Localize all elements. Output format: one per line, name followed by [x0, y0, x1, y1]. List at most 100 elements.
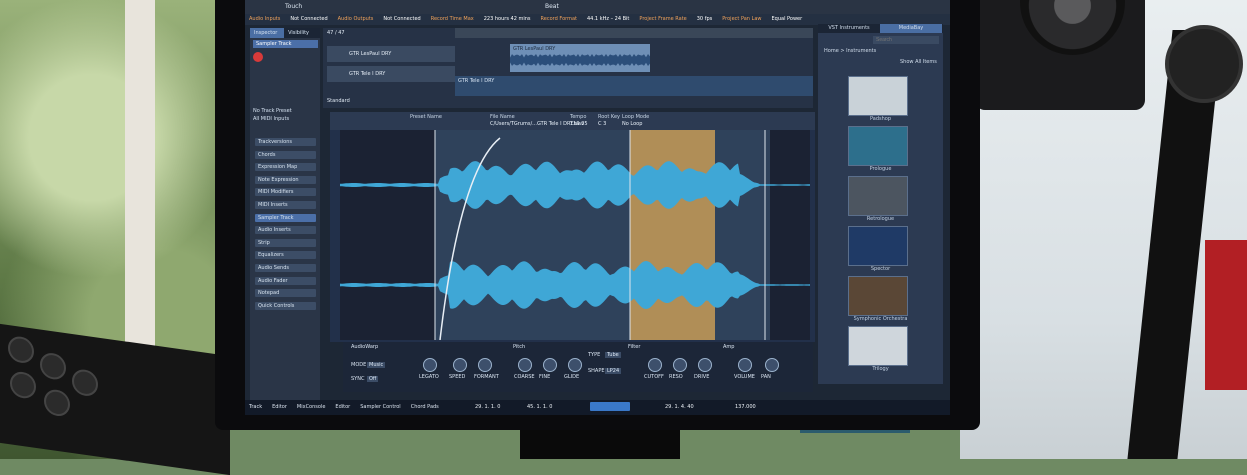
- controller-knob: [44, 388, 70, 418]
- inspector-section[interactable]: MIDI Inserts: [255, 201, 316, 209]
- plugin-name: Spector: [870, 266, 891, 272]
- root-key-label: Root Key: [598, 114, 620, 120]
- control-knob[interactable]: [423, 358, 437, 372]
- control-knob[interactable]: [518, 358, 532, 372]
- control-knob[interactable]: [698, 358, 712, 372]
- transport-tempo[interactable]: 137.000: [735, 404, 756, 410]
- knob-label: GLIDE: [564, 374, 580, 380]
- track-row[interactable]: GTR Tele I DRY: [327, 66, 455, 82]
- track-row[interactable]: GTR LesPaul DRY: [327, 46, 455, 62]
- plugin-thumbnail[interactable]: [848, 326, 908, 366]
- track-standard-label: Standard: [327, 98, 350, 104]
- knob-label: PAN: [761, 374, 771, 380]
- sync-label: SYNC: [351, 376, 365, 382]
- control-knob[interactable]: [673, 358, 687, 372]
- file-name-label: File Name: [490, 114, 515, 120]
- track-preset[interactable]: No Track Preset: [253, 108, 292, 114]
- controller-knob: [10, 370, 36, 400]
- inspector-section[interactable]: Audio Inserts: [255, 226, 316, 235]
- audio-clip[interactable]: GTR LesPaul DRY: [510, 44, 650, 72]
- mediabay-breadcrumb[interactable]: Home > Instruments: [824, 48, 876, 54]
- stand-clamp: [1165, 25, 1243, 103]
- filter-type-select[interactable]: Tube: [605, 352, 621, 358]
- plugin-name: Symphonic Orchestra: [853, 316, 908, 322]
- lower-zone-tab[interactable]: Sampler Control: [360, 404, 400, 410]
- control-knob[interactable]: [648, 358, 662, 372]
- waveform: [340, 130, 810, 340]
- knob-label: CUTOFF: [644, 374, 664, 380]
- info-bar-item: Not Connected: [290, 16, 328, 22]
- sampler-editor-header: Preset Name File Name C/Users/TGrums/...…: [330, 112, 815, 130]
- transport-position-right[interactable]: 45. 1. 1. 0: [527, 404, 552, 410]
- plugin-thumbnail[interactable]: [848, 126, 908, 166]
- knob-label: SPEED: [449, 374, 466, 380]
- inspector-section[interactable]: Equalizers: [255, 251, 316, 260]
- inspector-section[interactable]: Strip: [255, 238, 316, 247]
- transport-position-left[interactable]: 29. 1. 1. 0: [475, 404, 500, 410]
- inspector-section[interactable]: Audio Fader: [255, 276, 316, 285]
- inspector-section[interactable]: Sampler Track: [255, 213, 316, 222]
- control-knob[interactable]: [478, 358, 492, 372]
- lower-zone-tab[interactable]: Editor: [335, 404, 350, 410]
- info-bar-item: Not Connected: [383, 16, 421, 22]
- control-knob[interactable]: [765, 358, 779, 372]
- knob-label: VOLUME: [734, 374, 755, 380]
- lower-zone-tab[interactable]: MixConsole: [297, 404, 326, 410]
- audiowarp-title: AudioWarp: [351, 344, 379, 350]
- audio-clip[interactable]: GTR Tele I DRY: [455, 76, 813, 96]
- lower-zone-tab[interactable]: Track: [249, 404, 262, 410]
- mode-select[interactable]: Music: [367, 362, 386, 368]
- info-bar-item: 30 fps: [696, 16, 713, 22]
- control-knob[interactable]: [543, 358, 557, 372]
- lower-zone-tab[interactable]: Chord Pads: [411, 404, 439, 410]
- show-all-items[interactable]: Show All Items: [900, 59, 937, 65]
- control-knob[interactable]: [568, 358, 582, 372]
- mediabay-search-input[interactable]: [873, 36, 939, 44]
- inspector-section[interactable]: Trackversions: [255, 138, 316, 146]
- record-enable-icon[interactable]: [253, 52, 263, 62]
- tab-visibility[interactable]: Visibility: [284, 28, 320, 38]
- plugin-thumbnail[interactable]: [848, 276, 908, 316]
- control-knob[interactable]: [738, 358, 752, 372]
- plugin-thumbnail[interactable]: [848, 176, 908, 216]
- plugin-thumbnail[interactable]: [848, 226, 908, 266]
- plugin-name: Padshop: [869, 116, 892, 122]
- filter-shape-select[interactable]: LP24: [605, 368, 622, 374]
- info-bar-item: Project Frame Rate: [639, 16, 687, 22]
- inspector-section[interactable]: Audio Sends: [255, 264, 316, 272]
- inspector-section[interactable]: Expression Map: [255, 163, 316, 172]
- monitor-power-light: [800, 430, 910, 433]
- loop-mode-value[interactable]: No Loop: [622, 121, 642, 127]
- tempo-value[interactable]: 119.35: [570, 121, 588, 127]
- info-bar-item: 44.1 kHz – 24 Bit: [586, 16, 630, 22]
- transport-position-main[interactable]: 29. 1. 4. 40: [665, 404, 694, 410]
- tab-inspector[interactable]: Inspector: [250, 28, 285, 38]
- arrange-ruler[interactable]: [455, 28, 813, 38]
- inspector-section[interactable]: MIDI Modifiers: [255, 188, 316, 197]
- plugin-thumbnail[interactable]: [848, 76, 908, 116]
- beat-label[interactable]: Beat: [545, 3, 559, 10]
- plugin-name: Retrologue: [866, 216, 895, 222]
- play-button[interactable]: [590, 402, 630, 411]
- inspector-section[interactable]: Notepad: [255, 289, 316, 298]
- controller-knob: [8, 334, 34, 365]
- info-bar-item: Audio Outputs: [337, 16, 374, 22]
- track-name[interactable]: Sampler Track: [253, 40, 318, 48]
- inspector-section[interactable]: Chords: [255, 150, 316, 159]
- info-bar-item: Equal Power: [771, 16, 803, 22]
- tab-vst-instruments[interactable]: VST Instruments: [818, 24, 880, 33]
- vst-instruments-panel: VST Instruments MediaBay Home > Instrume…: [818, 24, 943, 384]
- preset-name-label: Preset Name: [410, 114, 442, 120]
- midi-input[interactable]: All MIDI Inputs: [253, 116, 289, 122]
- root-key-value[interactable]: C 3: [598, 121, 606, 127]
- control-knob[interactable]: [453, 358, 467, 372]
- lower-zone-tab[interactable]: Editor: [272, 404, 287, 410]
- tempo-label: Tempo: [570, 114, 587, 120]
- tab-mediabay[interactable]: MediaBay: [880, 24, 942, 33]
- touch-mode-label[interactable]: Touch: [285, 3, 302, 10]
- inspector-section[interactable]: Quick Controls: [255, 301, 316, 310]
- daw-screen: Touch Beat Audio Inputs Not Connected Audi…: [245, 0, 950, 415]
- inspector-section[interactable]: Note Expression: [255, 175, 316, 184]
- sync-select[interactable]: Off: [367, 376, 379, 382]
- knob-label: RESO: [669, 374, 683, 380]
